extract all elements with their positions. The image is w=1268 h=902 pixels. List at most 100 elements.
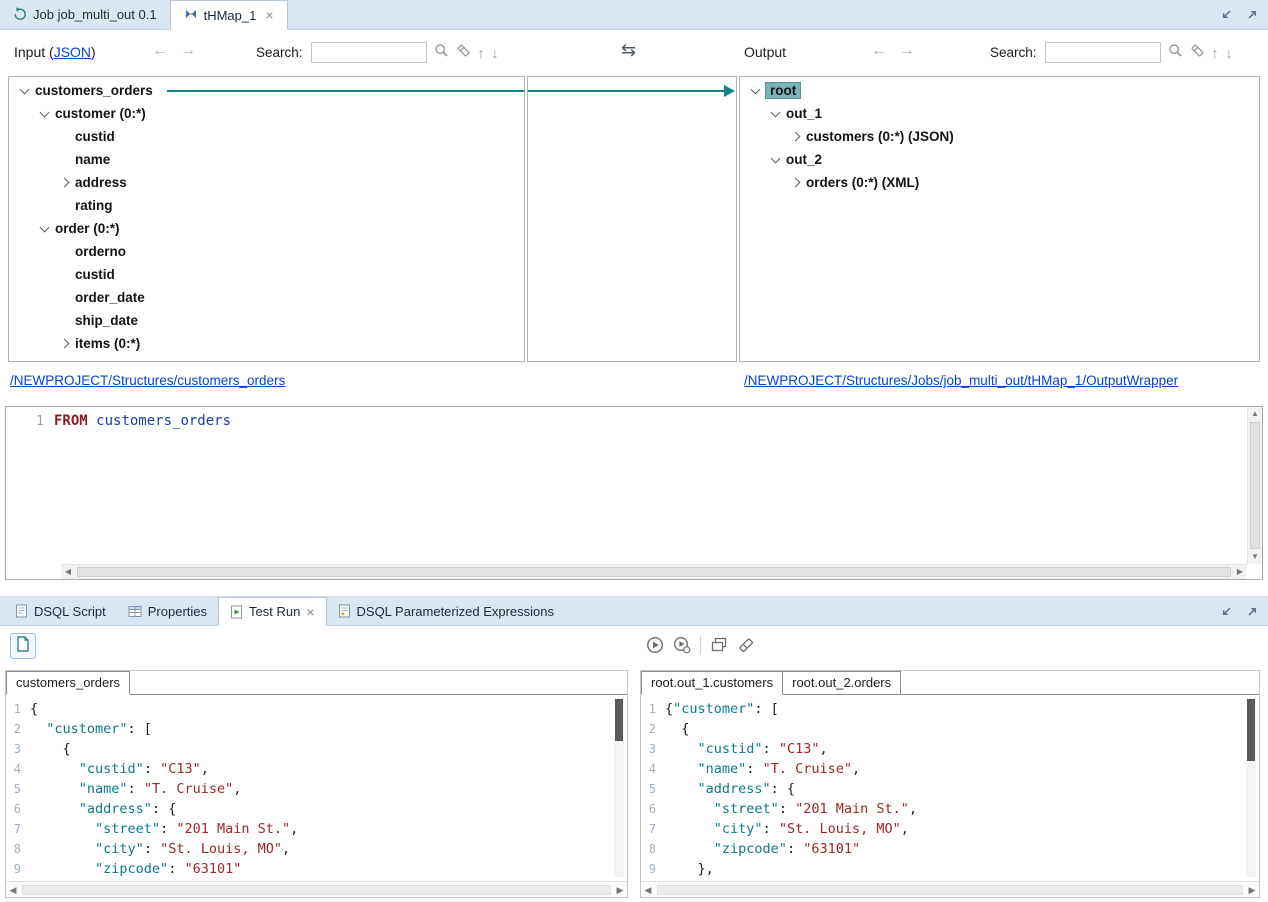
scroll-left-icon[interactable]: ◀: [6, 883, 20, 897]
new-test-document-button[interactable]: [10, 633, 36, 659]
tree-node-orders-0-xml[interactable]: orders (0:*) (XML): [740, 171, 1259, 194]
chevron-expanded-icon[interactable]: [771, 153, 781, 163]
tree-node-rating[interactable]: rating: [9, 194, 524, 217]
scroll-left-icon[interactable]: ◀: [641, 883, 655, 897]
input-search-field[interactable]: [311, 42, 427, 63]
tree-node-orderno[interactable]: orderno: [9, 240, 524, 263]
code-token: :: [144, 759, 160, 779]
vertical-scrollbar[interactable]: [614, 698, 624, 877]
swap-input-output-icon[interactable]: ⇆: [621, 40, 636, 61]
scroll-right-icon[interactable]: ▶: [613, 883, 627, 897]
chevron-collapsed-icon[interactable]: [791, 132, 801, 142]
search-next-icon[interactable]: ↓: [492, 46, 499, 60]
tab-root-out-1-customers[interactable]: root.out_1.customers: [641, 671, 783, 695]
code-line: 5 "name": "T. Cruise",: [6, 779, 611, 799]
tab-dsql-script[interactable]: DSQL Script: [4, 597, 117, 625]
clear-search-icon[interactable]: [1190, 43, 1205, 63]
input-panel-title: Input (JSON): [14, 44, 96, 60]
output-search-field[interactable]: [1045, 42, 1161, 63]
search-prev-icon[interactable]: ↑: [478, 46, 485, 60]
mapping-link-line[interactable]: [167, 90, 524, 92]
tree-node-order-date[interactable]: order_date: [9, 286, 524, 309]
tab-properties[interactable]: Properties: [117, 597, 218, 625]
toolbar-divider: [700, 636, 701, 654]
scroll-up-icon[interactable]: ▲: [1248, 407, 1262, 421]
script-content[interactable]: 1FROM customers_orders: [6, 407, 1246, 563]
tree-node-customer-0[interactable]: customer (0:*): [9, 102, 524, 125]
open-in-window-button[interactable]: [710, 636, 728, 654]
horizontal-scrollbar[interactable]: ◀ ▶: [641, 881, 1259, 897]
tab-thmap[interactable]: tHMap_1 ×: [170, 0, 288, 30]
script-vertical-scrollbar[interactable]: ▲ ▼: [1247, 407, 1262, 564]
tree-node-label: customers_orders: [35, 83, 153, 98]
code-token: [665, 739, 698, 759]
scroll-right-icon[interactable]: ▶: [1245, 883, 1259, 897]
tab-dsql-parameterized-expressions[interactable]: DSQL Parameterized Expressions: [327, 597, 566, 625]
tree-node-label: out_2: [786, 152, 822, 167]
input-structure-link[interactable]: /NEWPROJECT/Structures/customers_orders: [10, 373, 285, 388]
chevron-expanded-icon[interactable]: [771, 107, 781, 117]
clear-results-button[interactable]: [737, 636, 755, 654]
tree-node-name[interactable]: name: [9, 148, 524, 171]
tab-root-out-2-orders[interactable]: root.out_2.orders: [783, 671, 901, 694]
tree-node-items-0[interactable]: items (0:*): [9, 332, 524, 355]
scrollbar-thumb[interactable]: [77, 567, 1231, 577]
tab-customers-orders[interactable]: customers_orders: [6, 671, 130, 695]
scroll-down-icon[interactable]: ▼: [1248, 550, 1262, 564]
tree-node-out-2[interactable]: out_2: [740, 148, 1259, 171]
search-icon[interactable]: [1168, 43, 1183, 63]
chevron-collapsed-icon[interactable]: [791, 178, 801, 188]
scroll-right-icon[interactable]: ▶: [1233, 565, 1247, 579]
input-forward-icon[interactable]: →: [180, 43, 196, 59]
tree-node-customers-0-json[interactable]: customers (0:*) (JSON): [740, 125, 1259, 148]
scrollbar-thumb[interactable]: [1247, 699, 1255, 761]
tree-node-custid[interactable]: custid: [9, 125, 524, 148]
tree-node-order-0[interactable]: order (0:*): [9, 217, 524, 240]
output-back-icon[interactable]: ←: [871, 43, 887, 59]
chevron-collapsed-icon[interactable]: [60, 339, 70, 349]
scrollbar-thumb[interactable]: [22, 885, 611, 895]
tree-node-custid[interactable]: custid: [9, 263, 524, 286]
chevron-expanded-icon[interactable]: [40, 107, 50, 117]
vertical-scrollbar[interactable]: [1246, 698, 1256, 877]
chevron-expanded-icon[interactable]: [20, 84, 30, 94]
chevron-expanded-icon[interactable]: [751, 84, 761, 94]
chevron-expanded-icon[interactable]: [40, 222, 50, 232]
scroll-left-icon[interactable]: ◀: [61, 565, 75, 579]
line-number: 6: [641, 799, 665, 819]
test-input-code[interactable]: 1{2 "customer": [3 {4 "custid": "C13",5 …: [6, 696, 611, 880]
scrollbar-thumb[interactable]: [1250, 422, 1260, 549]
input-back-icon[interactable]: ←: [152, 43, 168, 59]
output-forward-icon[interactable]: →: [899, 43, 915, 59]
output-structure-link[interactable]: /NEWPROJECT/Structures/Jobs/job_multi_ou…: [744, 373, 1178, 388]
minimize-view-icon[interactable]: [1219, 7, 1234, 22]
input-format-link[interactable]: JSON: [54, 44, 91, 60]
search-next-icon[interactable]: ↓: [1226, 46, 1233, 60]
dsql-script-editor[interactable]: 1FROM customers_orders ▲ ▼ ◀ ▶: [5, 406, 1263, 580]
code-token: [30, 819, 95, 839]
test-output-code[interactable]: 1{"customer": [2 {3 "custid": "C13",4 "n…: [641, 696, 1243, 880]
tab-test-run[interactable]: Test Run ×: [218, 597, 327, 626]
maximize-view-icon[interactable]: [1245, 604, 1260, 619]
script-horizontal-scrollbar[interactable]: ◀ ▶: [61, 564, 1247, 579]
scrollbar-thumb[interactable]: [657, 885, 1243, 895]
chevron-collapsed-icon[interactable]: [60, 178, 70, 188]
code-token: {: [30, 699, 38, 719]
minimize-view-icon[interactable]: [1219, 604, 1234, 619]
close-icon[interactable]: ×: [265, 7, 273, 23]
tree-node-root[interactable]: root: [740, 79, 1259, 102]
clear-search-icon[interactable]: [456, 43, 471, 63]
scrollbar-thumb[interactable]: [615, 699, 623, 741]
mapping-canvas[interactable]: [527, 76, 737, 362]
tree-node-out-1[interactable]: out_1: [740, 102, 1259, 125]
maximize-view-icon[interactable]: [1245, 7, 1260, 22]
search-prev-icon[interactable]: ↑: [1212, 46, 1219, 60]
tree-node-address[interactable]: address: [9, 171, 524, 194]
close-icon[interactable]: ×: [306, 604, 314, 620]
horizontal-scrollbar[interactable]: ◀ ▶: [6, 881, 627, 897]
tree-node-ship-date[interactable]: ship_date: [9, 309, 524, 332]
tab-job[interactable]: Job job_multi_out 0.1: [0, 0, 170, 29]
run-test-button[interactable]: [646, 636, 664, 654]
run-config-button[interactable]: [673, 636, 691, 654]
search-icon[interactable]: [434, 43, 449, 63]
